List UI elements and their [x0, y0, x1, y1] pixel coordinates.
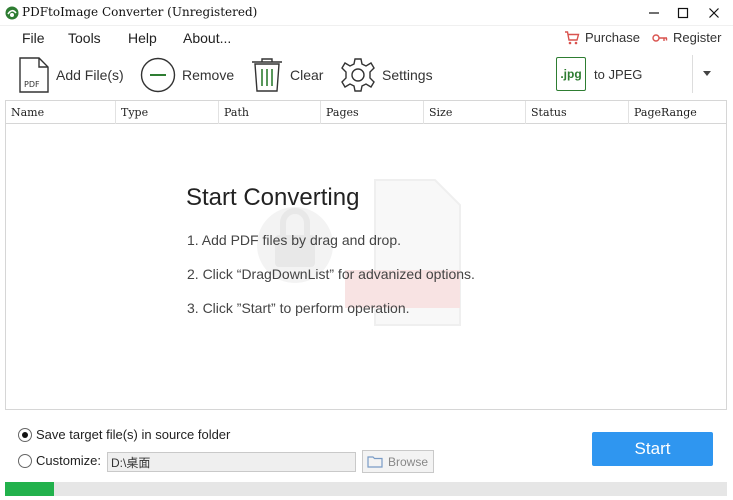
- window-title: PDFtoImage Converter (Unregistered): [22, 5, 258, 19]
- file-list-header: Name Type Path Pages Size Status PageRan…: [6, 101, 726, 124]
- register-label: Register: [673, 30, 722, 45]
- title-bar: PDFtoImage Converter (Unregistered): [0, 0, 733, 26]
- add-files-label: Add File(s): [56, 67, 124, 83]
- toolbar: PDF Add File(s) Remove Clear Settings .j…: [0, 50, 733, 98]
- column-header-pagerange[interactable]: PageRange: [629, 101, 726, 124]
- column-header-size[interactable]: Size: [424, 101, 526, 124]
- customize-radio[interactable]: [18, 454, 32, 468]
- settings-label: Settings: [382, 67, 433, 83]
- jpg-format-icon: .jpg: [556, 57, 586, 91]
- gear-icon: [341, 58, 375, 92]
- source-folder-radio[interactable]: [18, 428, 32, 442]
- progress-bar: [5, 482, 727, 496]
- app-logo-icon: [5, 6, 19, 20]
- output-path-input[interactable]: [107, 452, 356, 472]
- menu-bar: File Tools Help About... Purchase Regist…: [0, 26, 733, 50]
- purchase-link[interactable]: Purchase: [564, 30, 640, 45]
- maximize-icon: [677, 7, 689, 19]
- source-folder-label: Save target file(s) in source folder: [36, 427, 231, 442]
- minimize-icon: [649, 12, 659, 14]
- browse-button[interactable]: Browse: [362, 450, 434, 473]
- close-icon: [709, 8, 719, 18]
- column-header-name[interactable]: Name: [6, 101, 116, 124]
- close-button[interactable]: [700, 2, 728, 24]
- chevron-down-icon[interactable]: [700, 66, 714, 80]
- column-header-pages[interactable]: Pages: [321, 101, 424, 124]
- purchase-label: Purchase: [585, 30, 640, 45]
- output-format-label: to JPEG: [594, 66, 643, 82]
- clear-label: Clear: [290, 67, 324, 83]
- browse-label: Browse: [388, 454, 429, 469]
- column-header-path[interactable]: Path: [219, 101, 321, 124]
- cart-icon: [565, 30, 580, 44]
- clear-button[interactable]: Clear: [250, 54, 323, 96]
- column-header-status[interactable]: Status: [526, 101, 629, 124]
- menu-tools[interactable]: Tools: [68, 30, 101, 46]
- menu-about[interactable]: About...: [183, 30, 231, 46]
- output-format-selector[interactable]: .jpg to JPEG: [556, 56, 691, 92]
- progress-fill: [5, 482, 55, 496]
- settings-button[interactable]: Settings: [340, 54, 433, 96]
- register-link[interactable]: Register: [652, 30, 721, 45]
- remove-label: Remove: [182, 67, 235, 83]
- customize-label: Customize:: [36, 453, 102, 468]
- svg-text:PDF: PDF: [24, 80, 40, 89]
- trash-icon: [252, 58, 282, 92]
- menu-help[interactable]: Help: [128, 30, 157, 46]
- empty-state-title: Start Converting: [186, 184, 360, 211]
- empty-state-step-3: 3. Click ”Start” to perform operation.: [187, 300, 410, 316]
- maximize-button[interactable]: [669, 2, 697, 24]
- column-header-type[interactable]: Type: [116, 101, 219, 124]
- minus-circle-icon: [140, 57, 176, 93]
- remove-button[interactable]: Remove: [140, 54, 234, 96]
- add-files-button[interactable]: PDF Add File(s): [18, 54, 124, 96]
- pdf-file-icon: PDF: [19, 57, 49, 93]
- minimize-button[interactable]: [640, 2, 668, 24]
- menu-file[interactable]: File: [22, 30, 45, 46]
- empty-state-step-1: 1. Add PDF files by drag and drop.: [187, 232, 402, 248]
- start-button[interactable]: Start: [592, 432, 713, 466]
- format-divider: [692, 55, 693, 93]
- empty-state-step-2: 2. Click “DragDownList” for advanized op…: [187, 266, 475, 282]
- key-icon: [652, 33, 668, 42]
- folder-icon: [367, 456, 383, 468]
